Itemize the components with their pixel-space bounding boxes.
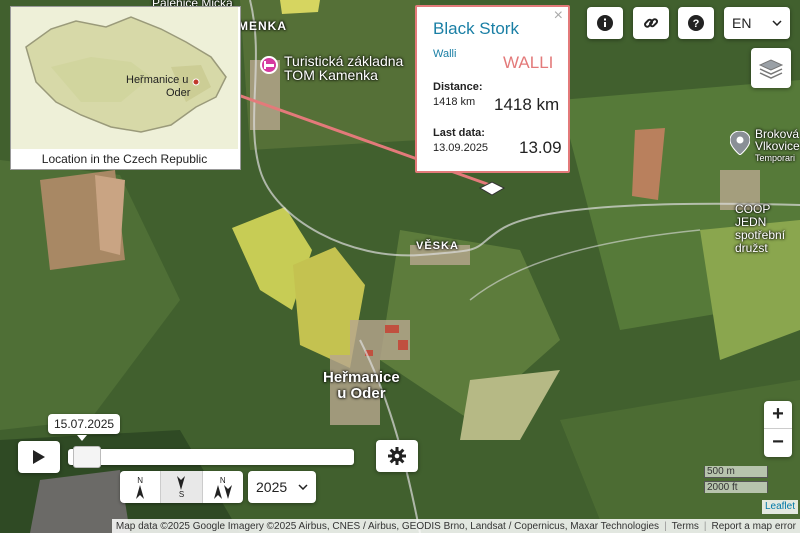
place-label-hermanice: Heřmanice u Oder <box>323 370 400 402</box>
direction-both-button[interactable]: N <box>203 471 243 503</box>
info-button[interactable] <box>587 7 623 39</box>
direction-button-group: N S N <box>120 471 243 503</box>
popup-name-big: WALLI <box>503 53 554 72</box>
popup-subtitle: Walli <box>433 48 457 60</box>
report-map-error-link[interactable]: Report a map error <box>712 521 796 532</box>
timeline-slider-handle[interactable] <box>73 446 102 468</box>
gear-icon <box>388 447 406 465</box>
south-label: S <box>178 489 185 499</box>
north-arrow-icon <box>136 484 145 499</box>
coop-line1: COOP JEDN <box>735 202 771 229</box>
tooltip-arrow <box>77 435 87 441</box>
place-label-kamenka: MENKA <box>238 19 287 33</box>
year-value: 2025 <box>256 479 288 495</box>
popup-title: Black Stork <box>433 19 519 38</box>
popup-last-data-big: 13.09 <box>519 138 562 157</box>
scale-imperial: 2000 ft <box>704 481 768 493</box>
inset-caption: Location in the Czech Republic <box>41 152 208 166</box>
direction-south-button[interactable]: S <box>161 471 203 503</box>
language-value: EN <box>732 15 752 31</box>
svg-text:?: ? <box>693 18 700 30</box>
year-select[interactable]: 2025 <box>248 471 316 503</box>
layers-icon <box>758 59 784 79</box>
poi-hotel-icon[interactable] <box>260 56 278 74</box>
zoom-out-button[interactable]: − <box>764 429 792 456</box>
scale-metric: 500 m <box>704 466 768 478</box>
poi-label-tom-kamenka: Turistická základna TOM Kamenka <box>284 54 403 82</box>
zoom-control: + − <box>764 401 792 457</box>
play-button[interactable] <box>18 441 60 473</box>
inset-place-line2: Oder <box>166 87 191 99</box>
poi-label-line1: Turistická základna <box>284 53 404 69</box>
chevron-down-icon <box>298 484 308 490</box>
link-icon <box>644 18 659 28</box>
location-inset-map: Heřmanice u Oder Location in the Czech R… <box>10 6 241 170</box>
south-arrow-icon <box>177 475 186 490</box>
inset-place-label: Heřmanice u Oder <box>126 74 190 100</box>
timeline-slider[interactable] <box>68 446 354 468</box>
both-arrows-icon <box>213 484 232 499</box>
north-label: N <box>137 475 144 485</box>
popup-distance-small: 1418 km <box>433 96 476 108</box>
map-data-attribution: Map data ©2025 Google Imagery ©2025 Airb… <box>115 520 660 532</box>
help-button[interactable]: ? <box>678 7 714 39</box>
popup-last-data-small: 13.09.2025 <box>433 142 489 154</box>
brokova-line3: Temporari <box>755 153 796 163</box>
zoom-in-button[interactable]: + <box>764 401 792 429</box>
popup-close-button[interactable]: × <box>554 7 563 25</box>
layers-button[interactable] <box>751 48 791 88</box>
link-button[interactable] <box>633 7 669 39</box>
both-label: N <box>219 475 226 485</box>
hermanice-line1: Heřmanice <box>323 369 400 386</box>
direction-north-button[interactable]: N <box>120 471 162 503</box>
attribution-bar: Map data ©2025 Google Imagery ©2025 Airb… <box>111 519 800 533</box>
place-label-brokova: Broková Vlkovice Temporari <box>755 128 800 164</box>
language-select[interactable]: EN <box>724 7 790 39</box>
brokova-line2: Vlkovice <box>755 139 800 153</box>
place-label-veska: VĚSKA <box>416 240 459 252</box>
settings-button[interactable] <box>376 440 418 472</box>
coop-line2: spotřební družst <box>735 228 786 255</box>
timeline-date-tooltip: 15.07.2025 <box>48 414 121 434</box>
popup-last-data-label: Last data: <box>433 127 485 139</box>
popup-distance-big: 1418 km <box>494 95 560 114</box>
inset-place-line1: Heřmanice u <box>126 74 189 86</box>
hermanice-line2: u Oder <box>337 385 386 402</box>
place-label-coop: COOP JEDN spotřební družst <box>735 203 800 255</box>
poi-pin-icon[interactable] <box>729 130 751 156</box>
popup-distance-label: Distance: <box>433 81 483 93</box>
play-icon <box>33 450 45 464</box>
stork-info-popup: × Black Stork Walli WALLI Distance: 1418… <box>415 5 570 173</box>
chevron-down-icon <box>772 20 782 26</box>
leaflet-link[interactable]: Leaflet <box>761 500 798 514</box>
help-icon: ? <box>688 15 704 31</box>
poi-label-line2: TOM Kamenka <box>284 67 378 83</box>
info-icon <box>597 15 613 31</box>
terms-link[interactable]: Terms <box>672 521 699 532</box>
location-dot <box>192 78 200 86</box>
czech-republic-outline <box>11 7 238 149</box>
